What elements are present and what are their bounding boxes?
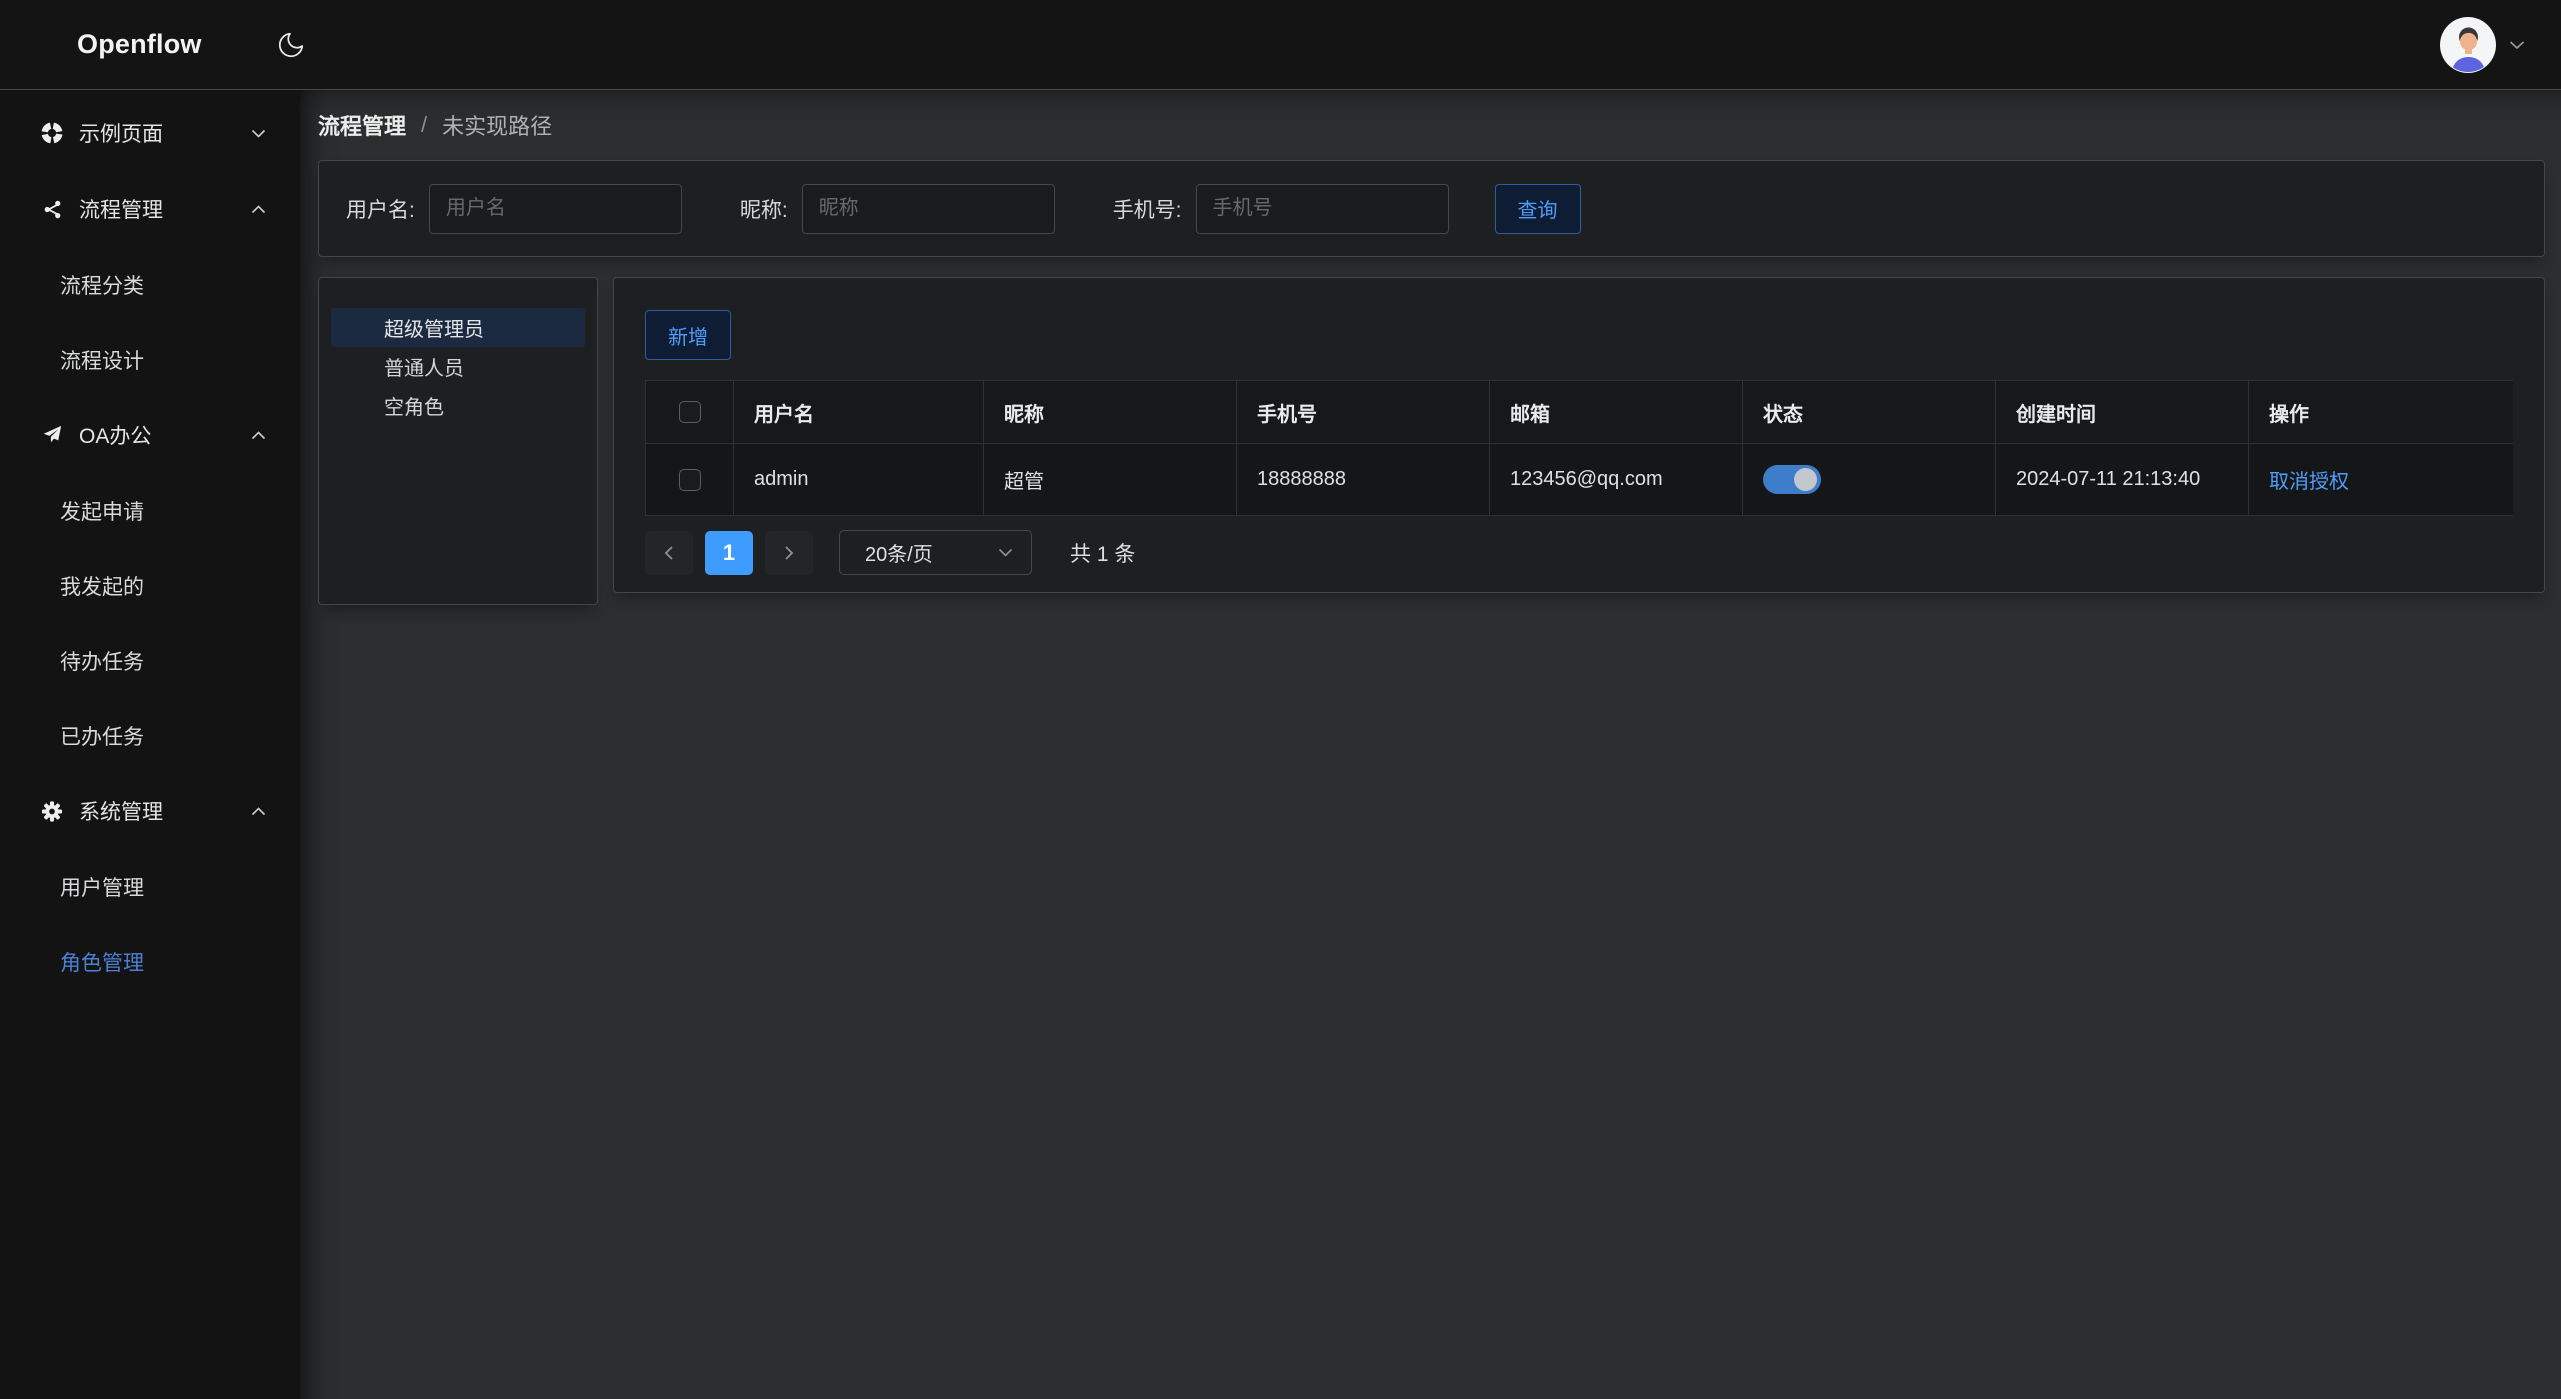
filter-field-nickname: 昵称:	[740, 184, 1055, 234]
table-header-email: 邮箱	[1490, 381, 1743, 444]
user-menu[interactable]	[2439, 16, 2525, 74]
chevron-down-icon	[251, 129, 266, 138]
sidebar-subitem-label: 已办任务	[60, 721, 144, 751]
sidebar-item-role-management[interactable]: 角色管理	[0, 938, 300, 986]
phone-input[interactable]	[1196, 184, 1449, 234]
sidebar-subitem-label: 流程分类	[60, 270, 144, 300]
sidebar-item-oa-office[interactable]: OA办公	[0, 411, 300, 459]
top-bar: Openflow	[0, 0, 2561, 90]
filter-field-phone: 手机号:	[1113, 184, 1449, 234]
app-window: Openflow	[0, 0, 2561, 1399]
phone-label: 手机号:	[1113, 194, 1182, 224]
moon-icon	[276, 30, 306, 60]
send-icon	[41, 424, 63, 446]
sidebar-item-label: OA办公	[79, 420, 151, 450]
search-button[interactable]: 查询	[1495, 184, 1581, 234]
table-header-status: 状态	[1743, 381, 1996, 444]
chevron-right-icon	[784, 545, 794, 561]
prev-page-button[interactable]	[645, 531, 693, 575]
gear-icon	[41, 800, 63, 822]
toggle-knob	[1794, 468, 1817, 491]
username-label: 用户名:	[346, 194, 415, 224]
add-button[interactable]: 新增	[645, 310, 731, 360]
breadcrumb-item-flow-management[interactable]: 流程管理	[318, 109, 406, 141]
revoke-authorization-link[interactable]: 取消授权	[2269, 465, 2349, 494]
table-header-actions: 操作	[2249, 381, 2513, 444]
sidebar-item-example-pages[interactable]: 示例页面	[0, 109, 300, 157]
breadcrumb-separator: /	[421, 112, 427, 138]
sidebar-item-system-management[interactable]: 系统管理	[0, 787, 300, 835]
cell-username: admin	[734, 444, 984, 516]
user-table: 用户名 昵称 手机号 邮箱 状态 创建时间 操作 admin 超管 1888	[645, 380, 2513, 516]
table-header-created: 创建时间	[1996, 381, 2249, 444]
user-table-panel: 新增 用户名 昵称 手机号 邮箱 状态 创建时间 操作	[613, 277, 2545, 593]
table-header-nickname: 昵称	[984, 381, 1237, 444]
avatar[interactable]	[2439, 16, 2497, 74]
breadcrumb: 流程管理 / 未实现路径	[318, 90, 2545, 160]
sidebar-item-my-initiated[interactable]: 我发起的	[0, 562, 300, 610]
sidebar-item-label: 系统管理	[79, 796, 163, 826]
cell-email: 123456@qq.com	[1490, 444, 1743, 516]
username-input[interactable]	[429, 184, 682, 234]
compass-icon	[41, 122, 63, 144]
sidebar-item-flow-category[interactable]: 流程分类	[0, 261, 300, 309]
pagination: 1 20条/页 共 1 条	[645, 530, 2513, 575]
nickname-label: 昵称:	[740, 194, 788, 224]
share-icon	[41, 198, 63, 220]
cell-nickname: 超管	[984, 444, 1237, 516]
current-page-button[interactable]: 1	[705, 531, 753, 575]
chevron-up-icon	[251, 807, 266, 816]
sidebar: 示例页面 流程管理 流程分类	[0, 90, 300, 1399]
role-item-normal-user[interactable]: 普通人员	[331, 347, 585, 386]
sidebar-subitem-label: 角色管理	[60, 947, 144, 977]
role-list-panel: 超级管理员 普通人员 空角色	[318, 277, 598, 605]
chevron-down-icon	[2509, 40, 2525, 50]
cell-created: 2024-07-11 21:13:40	[1996, 444, 2249, 516]
cell-phone: 18888888	[1237, 444, 1490, 516]
role-item-super-admin[interactable]: 超级管理员	[331, 308, 585, 347]
nickname-input[interactable]	[802, 184, 1055, 234]
dark-mode-toggle[interactable]	[274, 28, 308, 62]
chevron-left-icon	[664, 545, 674, 561]
sidebar-item-flow-design[interactable]: 流程设计	[0, 336, 300, 384]
table-row	[646, 444, 734, 516]
sidebar-subitem-label: 流程设计	[60, 345, 144, 375]
cell-status	[1743, 444, 1996, 516]
table-header-select	[646, 381, 734, 444]
sidebar-item-flow-management[interactable]: 流程管理	[0, 185, 300, 233]
sidebar-item-todo-tasks[interactable]: 待办任务	[0, 637, 300, 685]
status-toggle[interactable]	[1763, 465, 1821, 494]
sidebar-item-label: 流程管理	[79, 194, 163, 224]
role-item-empty-role[interactable]: 空角色	[331, 386, 585, 425]
sidebar-subitem-label: 待办任务	[60, 646, 144, 676]
filter-field-username: 用户名:	[346, 184, 682, 234]
main-content: 流程管理 / 未实现路径 用户名: 昵称: 手机号: 查询	[300, 90, 2561, 1399]
brand-logo: Openflow	[77, 29, 202, 60]
row-checkbox[interactable]	[679, 469, 701, 491]
chevron-up-icon	[251, 431, 266, 440]
table-header-username: 用户名	[734, 381, 984, 444]
sidebar-subitem-label: 发起申请	[60, 496, 144, 526]
next-page-button[interactable]	[765, 531, 813, 575]
filter-panel: 用户名: 昵称: 手机号: 查询	[318, 160, 2545, 257]
sidebar-subitem-label: 我发起的	[60, 571, 144, 601]
table-header-phone: 手机号	[1237, 381, 1490, 444]
sidebar-subitem-label: 用户管理	[60, 872, 144, 902]
sidebar-item-user-management[interactable]: 用户管理	[0, 863, 300, 911]
page-size-value: 20条/页	[865, 538, 933, 567]
select-all-checkbox[interactable]	[679, 401, 701, 423]
breadcrumb-item-current: 未实现路径	[442, 109, 552, 141]
sidebar-item-label: 示例页面	[79, 118, 163, 148]
cell-actions: 取消授权	[2249, 444, 2513, 516]
chevron-down-icon	[998, 548, 1013, 557]
total-count-label: 共 1 条	[1070, 538, 1135, 568]
page-size-select[interactable]: 20条/页	[839, 530, 1032, 575]
sidebar-item-done-tasks[interactable]: 已办任务	[0, 712, 300, 760]
sidebar-item-start-request[interactable]: 发起申请	[0, 487, 300, 535]
chevron-up-icon	[251, 205, 266, 214]
